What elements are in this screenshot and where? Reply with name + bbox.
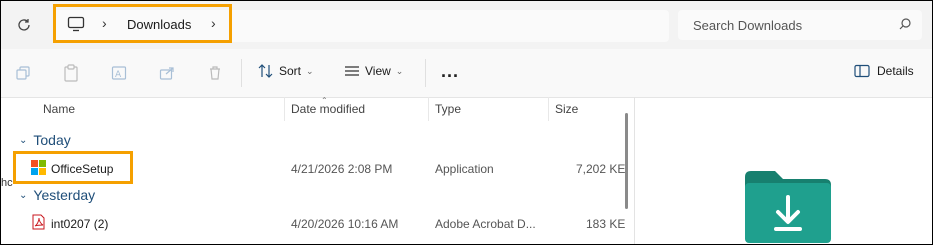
column-header-type[interactable]: Type: [435, 102, 461, 116]
column-header-date-modified[interactable]: Date modified: [291, 102, 365, 116]
view-button[interactable]: View ⌄: [344, 64, 403, 78]
column-header-size[interactable]: Size: [555, 102, 578, 116]
svg-text:A: A: [115, 70, 122, 80]
details-label: Details: [877, 64, 914, 78]
view-icon: [345, 66, 359, 76]
file-name: int0207 (2): [51, 217, 109, 231]
refresh-icon[interactable]: [13, 14, 35, 36]
file-explorer-window: › Downloads › Search Downloads A Sort ⌄ …: [0, 0, 933, 245]
copy-icon[interactable]: [13, 63, 33, 83]
toolbar-divider: [241, 59, 242, 87]
breadcrumb-highlight: [53, 4, 232, 43]
delete-icon[interactable]: [205, 63, 225, 83]
details-pane-divider: [634, 97, 635, 244]
paste-icon[interactable]: [61, 63, 81, 83]
address-row: › Downloads › Search Downloads: [1, 1, 932, 49]
chevron-down-icon: ⌄: [306, 65, 314, 76]
group-header-today[interactable]: ⌄ Today: [19, 132, 71, 148]
officesetup-highlight: [13, 151, 133, 184]
view-label: View: [365, 64, 391, 78]
toolbar-divider: [425, 59, 426, 87]
group-label: Today: [33, 132, 71, 148]
vertical-scrollbar[interactable]: [625, 113, 628, 209]
pdf-icon: [32, 214, 45, 233]
file-date: 4/21/2026 2:08 PM: [291, 162, 393, 176]
column-header-name[interactable]: Name: [43, 102, 75, 116]
chevron-down-icon: ⌄: [19, 189, 28, 201]
chevron-down-icon: ⌄: [395, 65, 404, 76]
search-icon[interactable]: [898, 17, 912, 34]
sort-button[interactable]: Sort ⌄: [258, 64, 314, 78]
more-options-button[interactable]: ...: [441, 61, 459, 82]
sort-icon: [258, 64, 273, 78]
file-type: Adobe Acrobat D...: [435, 217, 536, 231]
clipped-text: hc: [1, 177, 13, 189]
column-divider: [428, 97, 429, 121]
column-divider: [284, 97, 285, 121]
rename-icon[interactable]: A: [109, 63, 129, 83]
group-label: Yesterday: [33, 187, 96, 203]
file-type: Application: [435, 162, 494, 176]
file-date: 4/20/2026 10:16 AM: [291, 217, 399, 231]
column-divider: [548, 97, 549, 121]
command-bar: A Sort ⌄ View ⌄ ... Details: [1, 49, 932, 98]
share-icon[interactable]: [157, 63, 177, 83]
details-pane-button[interactable]: Details: [854, 64, 914, 78]
search-box[interactable]: Search Downloads: [678, 10, 922, 40]
chevron-down-icon: ⌄: [19, 134, 28, 146]
details-pane-icon: [854, 64, 870, 78]
downloads-folder-icon: [745, 171, 831, 244]
search-placeholder: Search Downloads: [693, 18, 803, 33]
sort-label: Sort: [279, 64, 302, 78]
group-header-yesterday[interactable]: ⌄ Yesterday: [19, 187, 95, 203]
file-size: 183 KE: [586, 217, 626, 231]
file-size: 7,202 KE: [576, 162, 626, 176]
